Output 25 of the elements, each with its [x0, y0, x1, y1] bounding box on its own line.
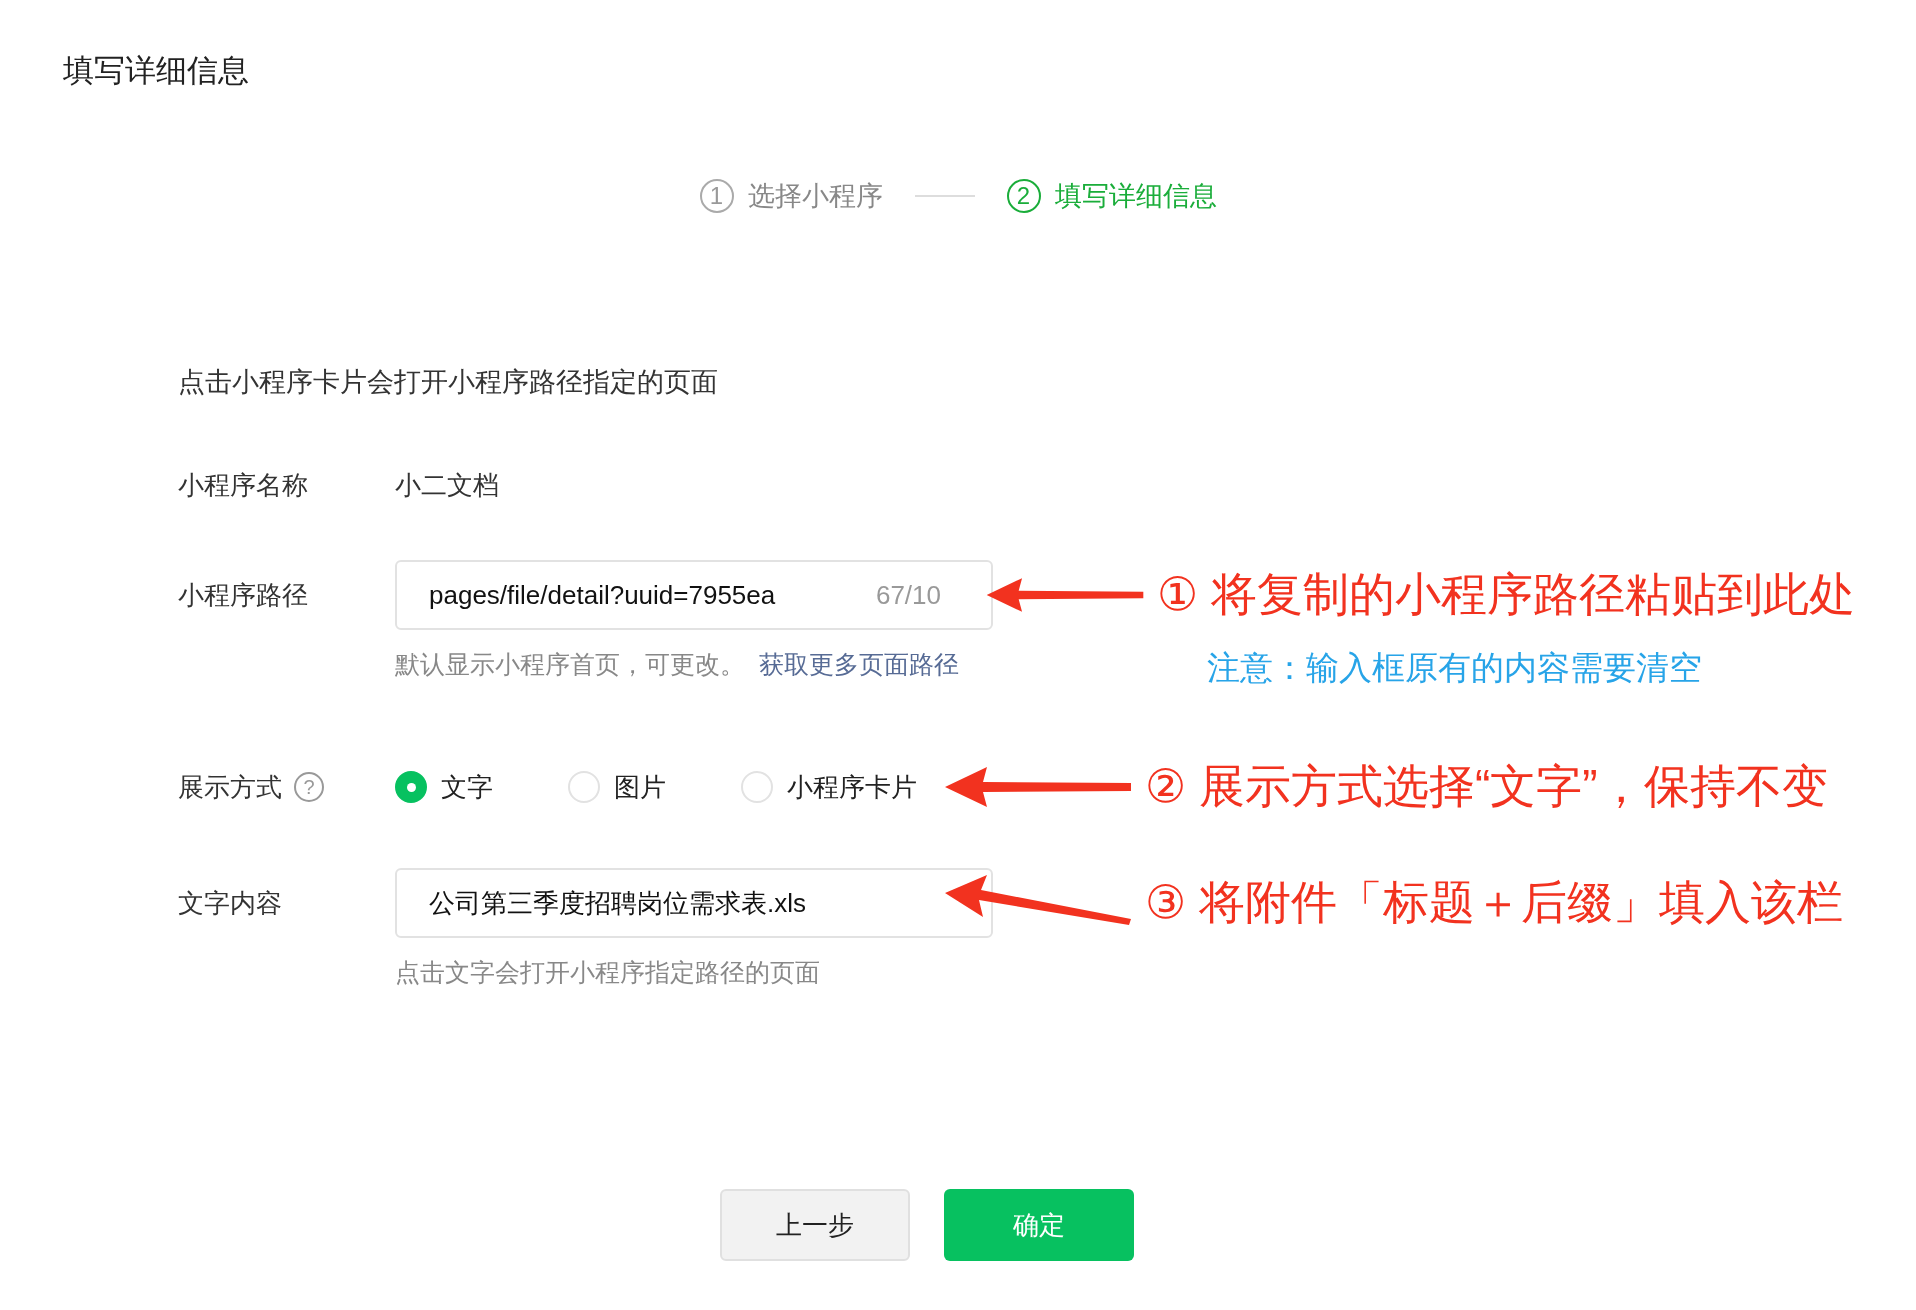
- page-title: 填写详细信息: [63, 52, 250, 90]
- step-number: 2: [1006, 179, 1041, 213]
- char-counter: 67/10: [875, 579, 941, 611]
- help-text: 默认显示小程序首页，可更改。: [395, 650, 745, 678]
- annotation-text: ① 将复制的小程序路径粘贴到此处: [1157, 568, 1856, 620]
- field-label: 小程序名称: [178, 469, 308, 502]
- help-text: 点击文字会打开小程序指定路径的页面: [395, 958, 820, 986]
- field-label: 小程序路径: [178, 578, 308, 612]
- annotation-text: ② 展示方式选择“文字”，保持不变: [1145, 760, 1828, 812]
- radio-option[interactable]: 文字: [395, 769, 568, 805]
- radio-option[interactable]: 小程序卡片: [741, 769, 917, 805]
- back-button[interactable]: 上一步: [719, 1189, 910, 1261]
- radio-option[interactable]: 图片: [568, 769, 741, 805]
- intro-text: 点击小程序卡片会打开小程序路径指定的页面: [178, 366, 719, 399]
- annotation-note: 注意：输入框原有的内容需要清空: [1207, 648, 1702, 688]
- field-label: 文字内容: [178, 886, 282, 920]
- field-label: 展示方式: [178, 770, 282, 804]
- input-field[interactable]: 公司第三季度招聘岗位需求表.xls: [395, 868, 993, 938]
- more-paths-link[interactable]: 获取更多页面路径: [759, 650, 959, 678]
- step-label: 选择小程序: [747, 180, 883, 213]
- input-field[interactable]: pages/file/detail?uuid=7955ea 67/10: [395, 560, 993, 630]
- annotation-text: ③ 将附件「标题＋后缀」填入该栏: [1145, 876, 1844, 928]
- step-number: 1: [699, 179, 734, 213]
- field-value: 小二文档: [395, 469, 500, 502]
- step-label: 填写详细信息: [1054, 180, 1217, 213]
